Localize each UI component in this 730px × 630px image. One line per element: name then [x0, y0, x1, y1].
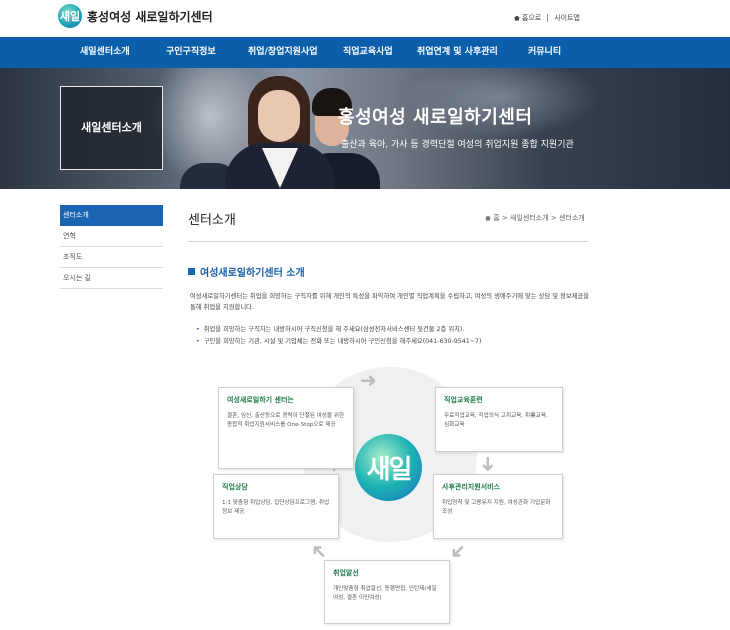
home-link-label: 홈으로: [521, 14, 542, 22]
nav-item-community[interactable]: 커뮤니티: [528, 37, 561, 68]
cycle-arrow-icon: ➜: [476, 455, 501, 473]
side-nav-item-history[interactable]: 연혁: [60, 226, 163, 247]
logo-mark: 새일: [58, 4, 82, 28]
card-title: 취업알선: [333, 569, 359, 577]
section-title: 여성새로일하기센터 소개: [188, 264, 305, 279]
breadcrumb-home[interactable]: 홈: [493, 214, 499, 222]
card-title: 직업상담: [222, 483, 248, 491]
title-divider: [188, 241, 588, 242]
service-cycle-diagram: ➜ ➜ ➜ ➜ ➜ 새일 여성새로일하기 센터는 결혼, 임신, 출산등으로 경…: [212, 362, 564, 627]
diagram-card-vocational-training: 직업교육훈련 무료직업교육, 직업의식 고취교육, 취業교육, 심화교육: [435, 387, 563, 452]
banner-section-box: 새일센터소개: [60, 86, 163, 170]
global-nav: 새일센터소개 구인구직정보 취업/창업지원사업 직업교육사업 취업연계 및 사후…: [0, 37, 730, 68]
sitemap-link[interactable]: 사이트맵: [554, 13, 580, 23]
breadcrumb-section[interactable]: 새일센터소개: [510, 214, 549, 222]
card-title: 사후관리지원서비스: [442, 483, 500, 491]
card-description: 무료직업교육, 직업의식 고취교육, 취業교육, 심화교육: [444, 413, 548, 428]
home-link[interactable]: 홈으로: [513, 13, 542, 23]
banner-woman-face: [258, 90, 300, 142]
notice-item: 취업을 희망하는 구직자는 내방하시어 구직신청을 해 주세요(삼성전자서비스센…: [196, 324, 482, 336]
diagram-card-followup-service: 사후관리지원서비스 취업정착 및 고용유지 지원, 여성관화 기업문화조성: [433, 474, 563, 539]
nav-item-vocational-education[interactable]: 직업교육사업: [343, 37, 393, 68]
home-icon: [485, 215, 491, 221]
side-nav-item-organization[interactable]: 조직도: [60, 247, 163, 268]
logo-text: 홍성여성 새로일하기센터: [87, 9, 213, 24]
home-icon: [513, 15, 520, 21]
nav-item-job-info[interactable]: 구인구직정보: [166, 37, 216, 68]
breadcrumb-current: 센터소개: [558, 214, 585, 222]
section-title-text: 여성새로일하기센터 소개: [200, 268, 305, 279]
card-description: 개인맞춤형 취업알선, 동행면접, 인턴제(새일여성, 결혼 이민여성): [333, 586, 437, 601]
card-title: 직업교육훈련: [444, 396, 483, 404]
cycle-arrow-icon: ➜: [360, 368, 377, 392]
nav-item-followup[interactable]: 취업연계 및 사후관리: [417, 37, 498, 68]
utility-links: 홈으로 사이트맵: [513, 13, 580, 23]
page-title: 센터소개: [188, 213, 236, 228]
side-nav-item-directions[interactable]: 오시는 길: [60, 268, 163, 289]
site-logo[interactable]: 새일 홍성여성 새로일하기센터: [58, 4, 213, 28]
nav-item-employment-support[interactable]: 취업/창업지원사업: [248, 37, 318, 68]
top-bar: 새일 홍성여성 새로일하기센터 홈으로 사이트맵: [0, 0, 730, 37]
intro-paragraph: 여성새로일하기센터는 취업을 희망하는 구직자를 위해 개인의 특성을 파악하여…: [190, 293, 589, 311]
card-description: 1:1 맞춤형 취업상담, 집단상담프로그램, 취업정보 제공: [222, 500, 330, 515]
square-bullet-icon: [188, 268, 195, 275]
banner-subtitle: 출산과 육아, 가사 등 경력단절 여성의 취업지원 종합 지원기관: [341, 140, 574, 150]
notice-item: 구인을 희망하는 기관, 시설 및 기업체는 전화 또는 내방하시어 구인신청을…: [196, 336, 482, 348]
nav-item-center-intro[interactable]: 새일센터소개: [80, 37, 130, 68]
diagram-card-job-placement: 취업알선 개인맞춤형 취업알선, 동행면접, 인턴제(새일여성, 결혼 이민여성…: [324, 560, 450, 624]
diagram-card-counseling: 직업상담 1:1 맞춤형 취업상담, 집단상담프로그램, 취업정보 제공: [213, 474, 339, 539]
breadcrumb: 홈 > 새일센터소개 > 센터소개: [485, 213, 585, 223]
card-title: 여성새로일하기 센터는: [227, 396, 294, 404]
side-nav-item-center-intro[interactable]: 센터소개: [60, 205, 163, 226]
notice-list: 취업을 희망하는 구직자는 내방하시어 구직신청을 해 주세요(삼성전자서비스센…: [196, 324, 482, 348]
card-description: 취업정착 및 고용유지 지원, 여성관화 기업문화조성: [442, 500, 551, 515]
card-description: 결혼, 임신, 출산등으로 경력이 단절된 여성을 위한 종합적 취업지원서비스…: [227, 413, 345, 428]
side-nav: 센터소개 연혁 조직도 오시는 길: [60, 205, 163, 289]
util-divider: [547, 14, 549, 22]
banner-main-title: 홍성여성 새로일하기센터: [338, 107, 533, 128]
diagram-card-center: 여성새로일하기 센터는 결혼, 임신, 출산등으로 경력이 단절된 여성을 위한…: [218, 387, 354, 469]
center-logo: 새일: [355, 434, 422, 501]
banner-section-title: 새일센터소개: [81, 121, 142, 134]
